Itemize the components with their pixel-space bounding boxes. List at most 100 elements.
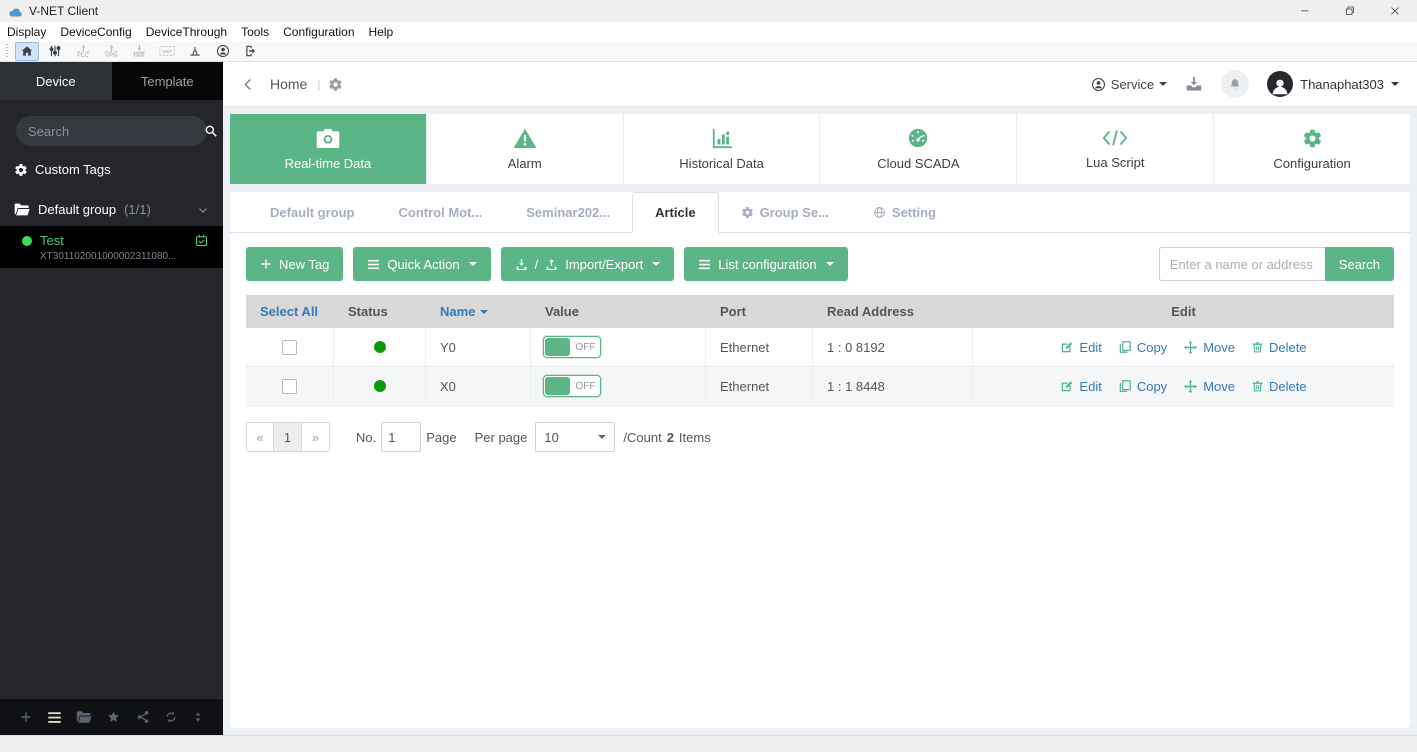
quick-action-button[interactable]: Quick Action [353, 247, 491, 281]
current-page-button[interactable]: 1 [274, 422, 302, 452]
delete-link[interactable]: Delete [1251, 379, 1307, 394]
menu-deviceconfig[interactable]: DeviceConfig [53, 22, 138, 41]
gear-icon [741, 207, 753, 218]
restore-button[interactable] [1327, 0, 1372, 22]
account-toolbar-button[interactable] [211, 42, 235, 61]
search-button[interactable]: Search [1324, 247, 1394, 281]
sort-icon[interactable] [192, 710, 204, 724]
folder-open-icon [14, 203, 30, 215]
titlebar: V-NET Client [0, 0, 1417, 22]
delete-link[interactable]: Delete [1251, 340, 1307, 355]
sliders-icon [49, 45, 61, 57]
window-title: V-NET Client [29, 4, 99, 18]
edit-header: Edit [1171, 304, 1196, 319]
tab-historical-data[interactable]: Historical Data [624, 114, 821, 184]
minimize-button[interactable] [1282, 0, 1327, 22]
device-status-icon[interactable] [194, 233, 209, 248]
refresh-icon[interactable] [164, 710, 178, 724]
tag-name: X0 [426, 367, 531, 405]
subtab-seminar[interactable]: Seminar202... [504, 193, 632, 232]
home-icon [21, 46, 33, 56]
list-icon[interactable] [47, 711, 62, 724]
row-checkbox[interactable] [282, 378, 297, 394]
statusbar [0, 735, 1417, 752]
folder-icon[interactable] [76, 710, 92, 724]
toolbar-grip[interactable] [6, 43, 8, 59]
tuning-toolbar-button[interactable] [43, 42, 67, 61]
clean-toolbar-button[interactable] [183, 42, 207, 61]
menu-help[interactable]: Help [362, 22, 401, 41]
page-number-input[interactable] [381, 422, 422, 452]
close-button[interactable] [1372, 0, 1417, 22]
copy-link[interactable]: Copy [1118, 340, 1167, 355]
menu-configuration[interactable]: Configuration [276, 22, 361, 41]
move-link[interactable]: Move [1183, 340, 1235, 355]
notifications-button[interactable] [1221, 70, 1250, 98]
custom-tags-label: Custom Tags [35, 162, 111, 177]
device-name: Test [40, 233, 64, 248]
share-icon[interactable] [136, 710, 150, 724]
tag-name: Y0 [426, 328, 531, 366]
edit-link[interactable]: Edit [1060, 340, 1102, 355]
import-export-button[interactable]: / Import/Export [500, 247, 675, 281]
subtab-group-settings[interactable]: Group Se... [719, 193, 851, 232]
menu-display[interactable]: Display [0, 22, 53, 41]
service-dropdown[interactable]: Service [1091, 77, 1168, 92]
sidebar-tab-template[interactable]: Template [111, 62, 223, 100]
home-toolbar-button[interactable] [15, 41, 39, 61]
sidebar-search-input[interactable] [28, 123, 204, 139]
per-page-select[interactable]: 10 [535, 422, 616, 452]
page-settings-icon[interactable] [328, 77, 343, 92]
tab-label: Lua Script [1085, 155, 1145, 170]
per-page-label: Per page [474, 429, 528, 445]
back-button[interactable] [241, 77, 256, 92]
tag-search-input[interactable] [1158, 247, 1325, 281]
prev-page-button[interactable]: « [246, 422, 274, 452]
next-page-button[interactable]: » [302, 422, 330, 452]
tab-cloud-scada[interactable]: Cloud SCADA [820, 114, 1018, 184]
hmi-toolbar-button: HMI [127, 42, 151, 61]
sidebar-group-default[interactable]: Default group (1/1) [0, 193, 223, 226]
user-menu[interactable]: Thanaphat303 [1267, 71, 1399, 97]
tab-alarm[interactable]: Alarm [427, 114, 624, 184]
add-icon[interactable] [19, 710, 33, 724]
sidebar-tab-device[interactable]: Device [0, 62, 112, 100]
group-name: Default group [38, 202, 117, 217]
group-tabs: Default group Control Mot... Seminar202.… [230, 192, 1410, 233]
table-header-row: Select All Status Name Value Port Read A… [246, 295, 1394, 328]
subtab-setting[interactable]: Setting [851, 193, 958, 232]
tab-label: Historical Data [679, 155, 764, 171]
trash-icon [1252, 342, 1263, 353]
tab-configuration[interactable]: Configuration [1214, 114, 1410, 184]
tab-realtime-data[interactable]: Real-time Data [230, 114, 427, 184]
value-toggle[interactable]: OFF [543, 336, 601, 358]
sidebar-item-custom-tags[interactable]: Custom Tags [0, 154, 223, 185]
menu-tools[interactable]: Tools [234, 22, 276, 41]
chevron-down-icon[interactable] [197, 204, 209, 216]
edit-link[interactable]: Edit [1060, 379, 1102, 394]
copy-icon [1119, 341, 1131, 353]
list-configuration-button[interactable]: List configuration [684, 247, 848, 281]
favorite-icon[interactable] [106, 710, 121, 724]
search-icon[interactable] [204, 124, 218, 138]
move-link[interactable]: Move [1183, 379, 1235, 394]
exit-toolbar-button[interactable] [239, 42, 263, 61]
download-icon[interactable] [1185, 76, 1203, 92]
menu-devicethrough[interactable]: DeviceThrough [139, 22, 234, 41]
tab-lua-script[interactable]: Lua Script [1017, 114, 1215, 184]
value-header: Value [545, 304, 579, 319]
row-checkbox[interactable] [282, 339, 297, 355]
value-toggle[interactable]: OFF [543, 375, 601, 397]
name-header[interactable]: Name [426, 295, 531, 328]
copy-icon [1119, 380, 1131, 392]
subtab-default-group[interactable]: Default group [248, 193, 377, 232]
device-list-item-test[interactable]: Test XT301102001000002311080... [0, 226, 223, 268]
new-tag-button[interactable]: New Tag [246, 247, 344, 281]
select-all-header[interactable]: Select All [246, 295, 334, 328]
copy-link[interactable]: Copy [1118, 379, 1167, 394]
table-actions-row: New Tag Quick Action / Import/Export Lis… [230, 233, 1410, 293]
arp-toolbar-button: ARP [155, 42, 179, 61]
subtab-control-mot[interactable]: Control Mot... [377, 193, 505, 232]
breadcrumb[interactable]: Home [270, 76, 307, 92]
subtab-article[interactable]: Article [632, 192, 719, 233]
